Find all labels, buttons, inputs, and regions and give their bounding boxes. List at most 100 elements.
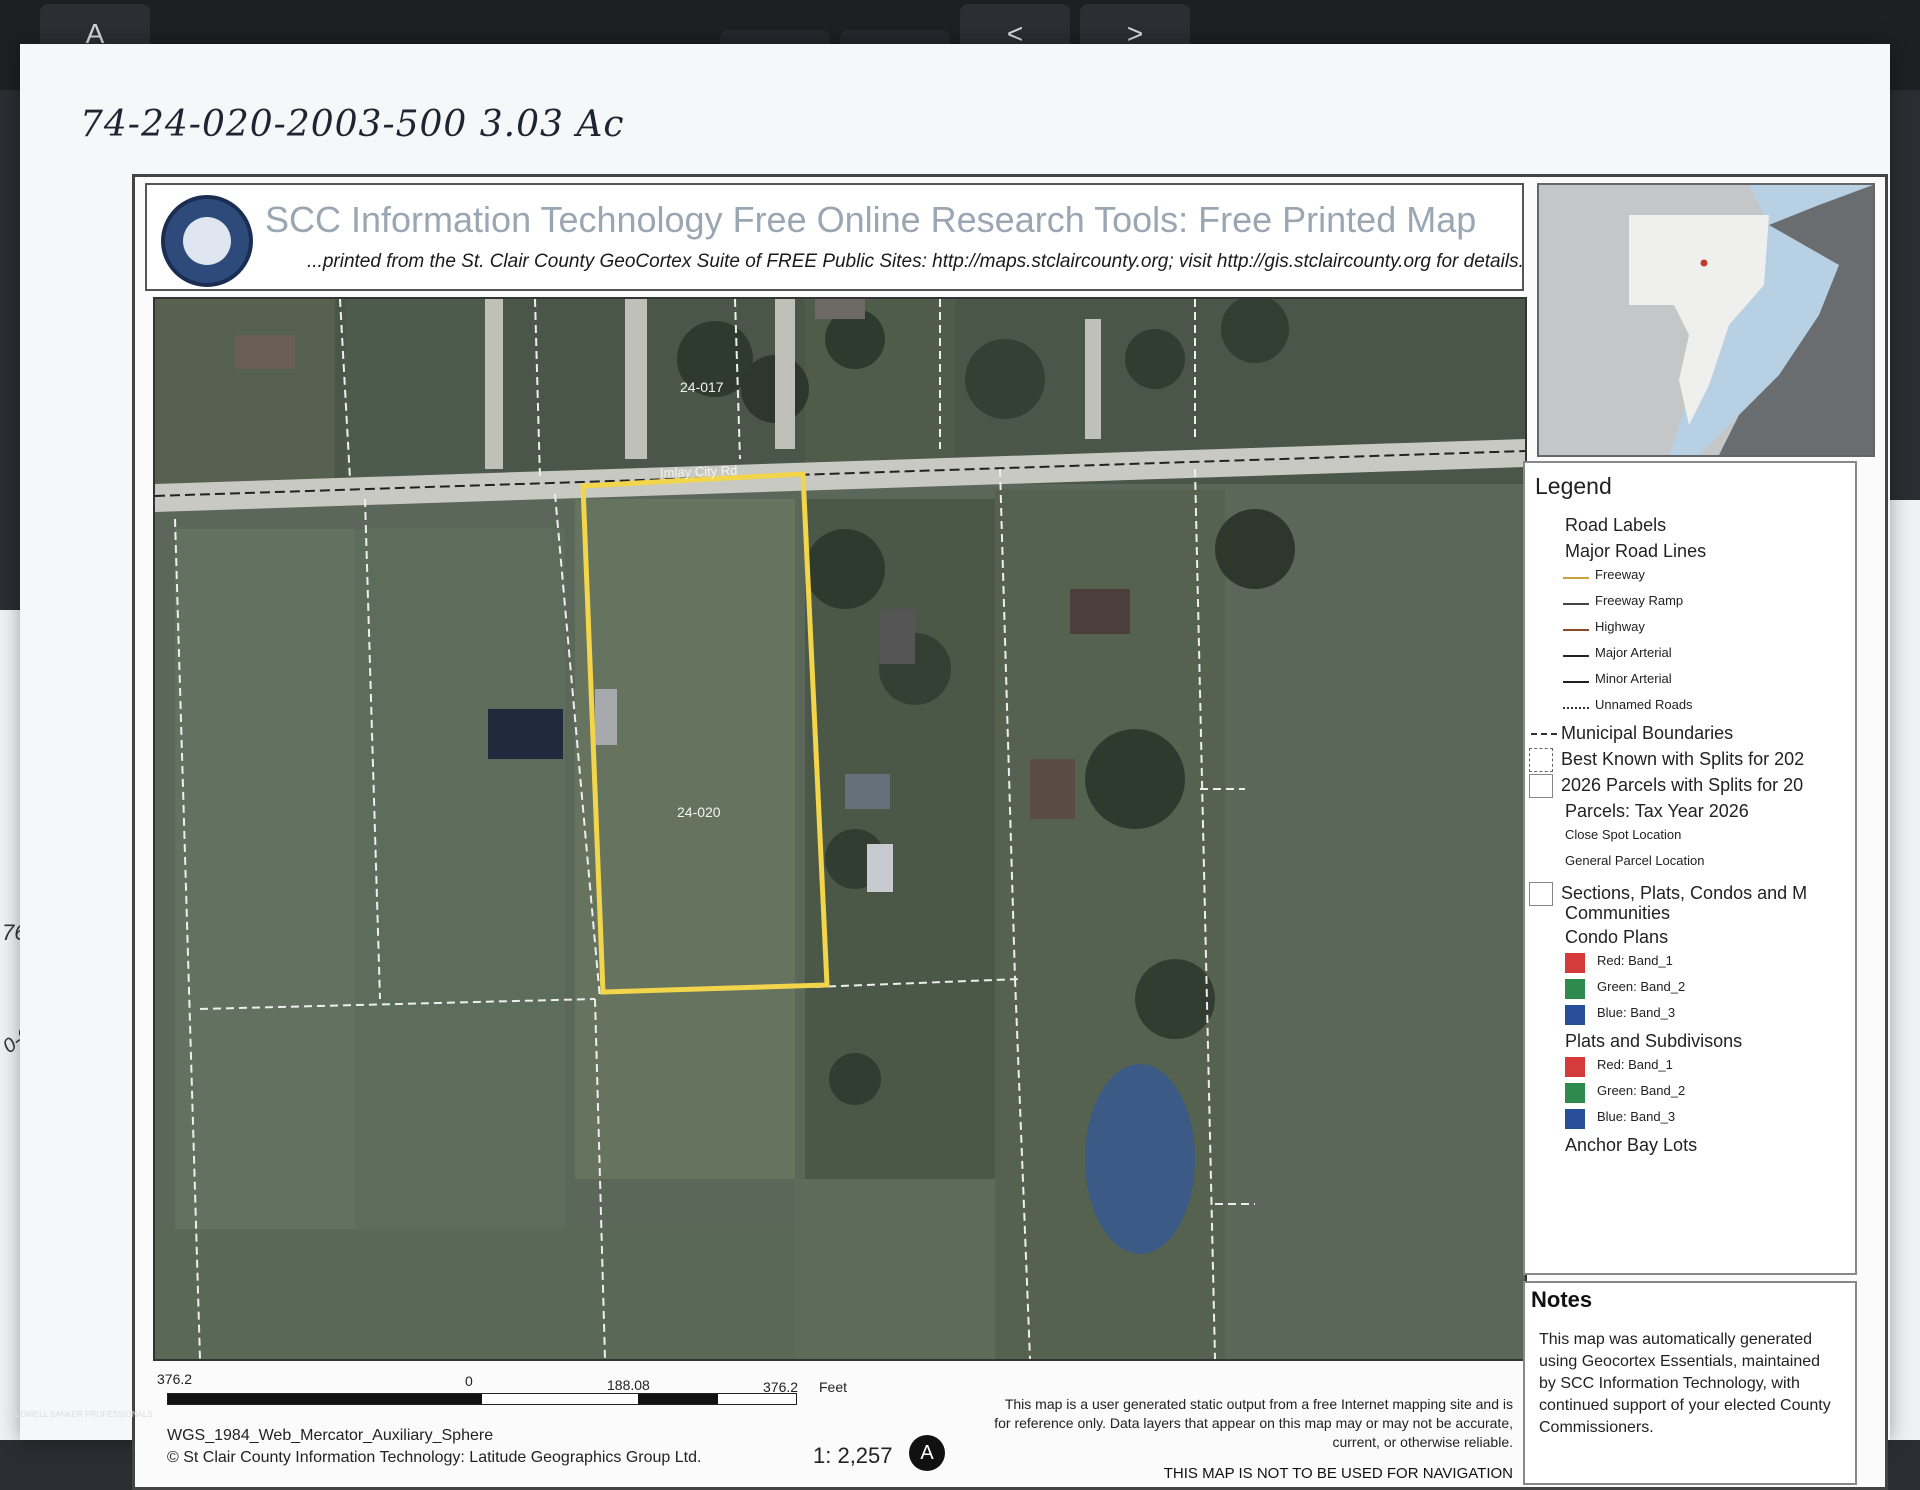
scale-ratio: 1: 2,257 bbox=[813, 1443, 893, 1468]
copyright-text: © St Clair County Information Technology… bbox=[167, 1449, 702, 1466]
legend-item: Minor Arterial bbox=[1525, 669, 1855, 695]
legend-item: General Parcel Location bbox=[1525, 851, 1855, 877]
disclaimer-text: This map is a user generated static outp… bbox=[994, 1396, 1513, 1450]
legend-box-symbol bbox=[1529, 774, 1553, 798]
legend-item: Major Arterial bbox=[1525, 643, 1855, 669]
legend-item-label: Municipal Boundaries bbox=[1561, 723, 1734, 743]
legend-item: Parcels: Tax Year 2026 bbox=[1525, 799, 1855, 825]
legend-item: Anchor Bay Lots bbox=[1525, 1133, 1855, 1159]
legend-line-symbol bbox=[1563, 577, 1589, 579]
map-title: SCC Information Technology Free Online R… bbox=[265, 199, 1477, 240]
map-footer: 376.2 0 188.08 376.2 Feet WGS_1984_Web_M… bbox=[153, 1365, 1519, 1483]
house bbox=[235, 335, 295, 369]
legend-item-label: Plats and Subdivisons bbox=[1565, 1031, 1743, 1051]
legend-dash-symbol bbox=[1531, 733, 1557, 735]
barn bbox=[488, 709, 563, 759]
legend-item: Major Road Lines bbox=[1525, 539, 1855, 565]
legend-line-symbol bbox=[1563, 655, 1589, 657]
legend-box-symbol bbox=[1529, 748, 1553, 772]
legend-item-label: Freeway Ramp bbox=[1595, 593, 1684, 608]
legend-color-swatch bbox=[1565, 979, 1585, 999]
legend-item-label: Condo Plans bbox=[1565, 927, 1669, 947]
aerial-map-svg bbox=[155, 299, 1525, 1359]
subject-parcel-field bbox=[575, 499, 795, 1179]
legend-item: Best Known with Splits for 202 bbox=[1525, 747, 1855, 773]
legend-item-label: Minor Arterial bbox=[1595, 671, 1672, 686]
shed bbox=[595, 689, 617, 745]
legend-item-label: Close Spot Location bbox=[1565, 827, 1682, 842]
county-seal-logo bbox=[161, 195, 253, 287]
legend-item-label: Green: Band_2 bbox=[1597, 1083, 1686, 1098]
legend-item-label: Highway bbox=[1595, 619, 1645, 634]
legend-line-symbol bbox=[1563, 629, 1589, 631]
legend-color-swatch bbox=[1565, 1005, 1585, 1025]
scale-label: 0 bbox=[465, 1373, 473, 1389]
legend-panel: Legend Road Labels Major Road Lines Freewa… bbox=[1523, 461, 1857, 1275]
legend-item-label: Green: Band_2 bbox=[1597, 979, 1686, 994]
legend-item: Red: Band_1 bbox=[1525, 1055, 1855, 1081]
legend-item-label: Red: Band_1 bbox=[1597, 1057, 1673, 1072]
legend-item-label: Major Road Lines bbox=[1565, 541, 1707, 561]
scale-bar bbox=[167, 1393, 797, 1405]
legend-item: Blue: Band_3 bbox=[1525, 1003, 1855, 1029]
legend-color-swatch bbox=[1565, 1083, 1585, 1103]
legend-item-label: Road Labels bbox=[1565, 515, 1667, 535]
house bbox=[845, 774, 890, 809]
house bbox=[1030, 759, 1075, 819]
legend-item-label: Anchor Bay Lots bbox=[1565, 1135, 1698, 1155]
house bbox=[1070, 589, 1130, 634]
legend-item: Green: Band_2 bbox=[1525, 977, 1855, 1003]
legend-item: Blue: Band_3 bbox=[1525, 1107, 1855, 1133]
legend-item: Road Labels bbox=[1525, 513, 1855, 539]
notes-text: This map was automatically generated usi… bbox=[1539, 1331, 1831, 1436]
legend-item-label: Unnamed Roads bbox=[1595, 697, 1693, 712]
legend-item: 2026 Parcels with Splits for 20 bbox=[1525, 773, 1855, 799]
road-label: Imlay City Rd bbox=[659, 462, 738, 481]
legend-item: Freeway Ramp bbox=[1525, 591, 1855, 617]
legend-item-label: Blue: Band_3 bbox=[1597, 1005, 1676, 1020]
aerial-map[interactable]: Imlay City Rd 24-017 24-020 bbox=[153, 297, 1527, 1361]
legend-item: Green: Band_2 bbox=[1525, 1081, 1855, 1107]
map-subtitle: ...printed from the St. Clair County Geo… bbox=[307, 251, 1524, 272]
legend-item: Red: Band_1 bbox=[1525, 951, 1855, 977]
legend-item: Freeway bbox=[1525, 565, 1855, 591]
legend-color-swatch bbox=[1565, 1109, 1585, 1129]
legend-item-label: Communities bbox=[1565, 903, 1671, 923]
legend-line-symbol bbox=[1563, 603, 1589, 605]
scale-label: 188.08 bbox=[607, 1377, 650, 1393]
legend-item-label: Parcels: Tax Year 2026 bbox=[1565, 801, 1749, 821]
legend-item: Communities bbox=[1525, 901, 1855, 927]
watermark-logo: COLDWELL BANKER PROFESSIONALS bbox=[4, 1410, 153, 1419]
legend-color-swatch bbox=[1565, 1057, 1585, 1077]
legend-item: Unnamed Roads bbox=[1525, 695, 1855, 721]
legend-dots-symbol bbox=[1563, 707, 1589, 709]
navigation-warning: THIS MAP IS NOT TO BE USED FOR NAVIGATIO… bbox=[1163, 1465, 1513, 1482]
house bbox=[880, 609, 915, 664]
parcel-number-label: 24-020 bbox=[677, 804, 721, 820]
legend-item: Highway bbox=[1525, 617, 1855, 643]
scale-label: 376.2 bbox=[157, 1371, 193, 1387]
map-sheet: SCC Information Technology Free Online R… bbox=[132, 174, 1888, 1490]
parcel-number-label: 24-017 bbox=[680, 379, 724, 395]
legend-item: Close Spot Location bbox=[1525, 825, 1855, 851]
legend-item-label: Freeway bbox=[1595, 567, 1645, 582]
notes-title: Notes bbox=[1531, 1287, 1593, 1312]
pond bbox=[1085, 1064, 1195, 1254]
legend-item-label: General Parcel Location bbox=[1565, 853, 1705, 868]
shed bbox=[867, 844, 893, 892]
legend-item: Condo Plans bbox=[1525, 925, 1855, 951]
legend-line-symbol bbox=[1563, 681, 1589, 683]
legend-item-label: Best Known with Splits for 202 bbox=[1561, 749, 1805, 769]
legend-item-label: Blue: Band_3 bbox=[1597, 1109, 1676, 1124]
map-header: SCC Information Technology Free Online R… bbox=[145, 183, 1524, 291]
projection-label: WGS_1984_Web_Mercator_Auxiliary_Sphere bbox=[167, 1427, 494, 1444]
overview-inset-map[interactable] bbox=[1537, 183, 1875, 457]
location-marker bbox=[1700, 259, 1708, 267]
north-arrow-icon: A bbox=[909, 1435, 945, 1471]
handwritten-parcel-note: 74-24-020-2003-500 3.03 Ac bbox=[80, 104, 625, 145]
legend-item-label: Major Arterial bbox=[1595, 645, 1672, 660]
scale-unit: Feet bbox=[819, 1379, 848, 1395]
notes-panel: Notes This map was automatically generat… bbox=[1523, 1281, 1857, 1485]
legend-color-swatch bbox=[1565, 953, 1585, 973]
legend-item-label: 2026 Parcels with Splits for 20 bbox=[1561, 775, 1804, 795]
